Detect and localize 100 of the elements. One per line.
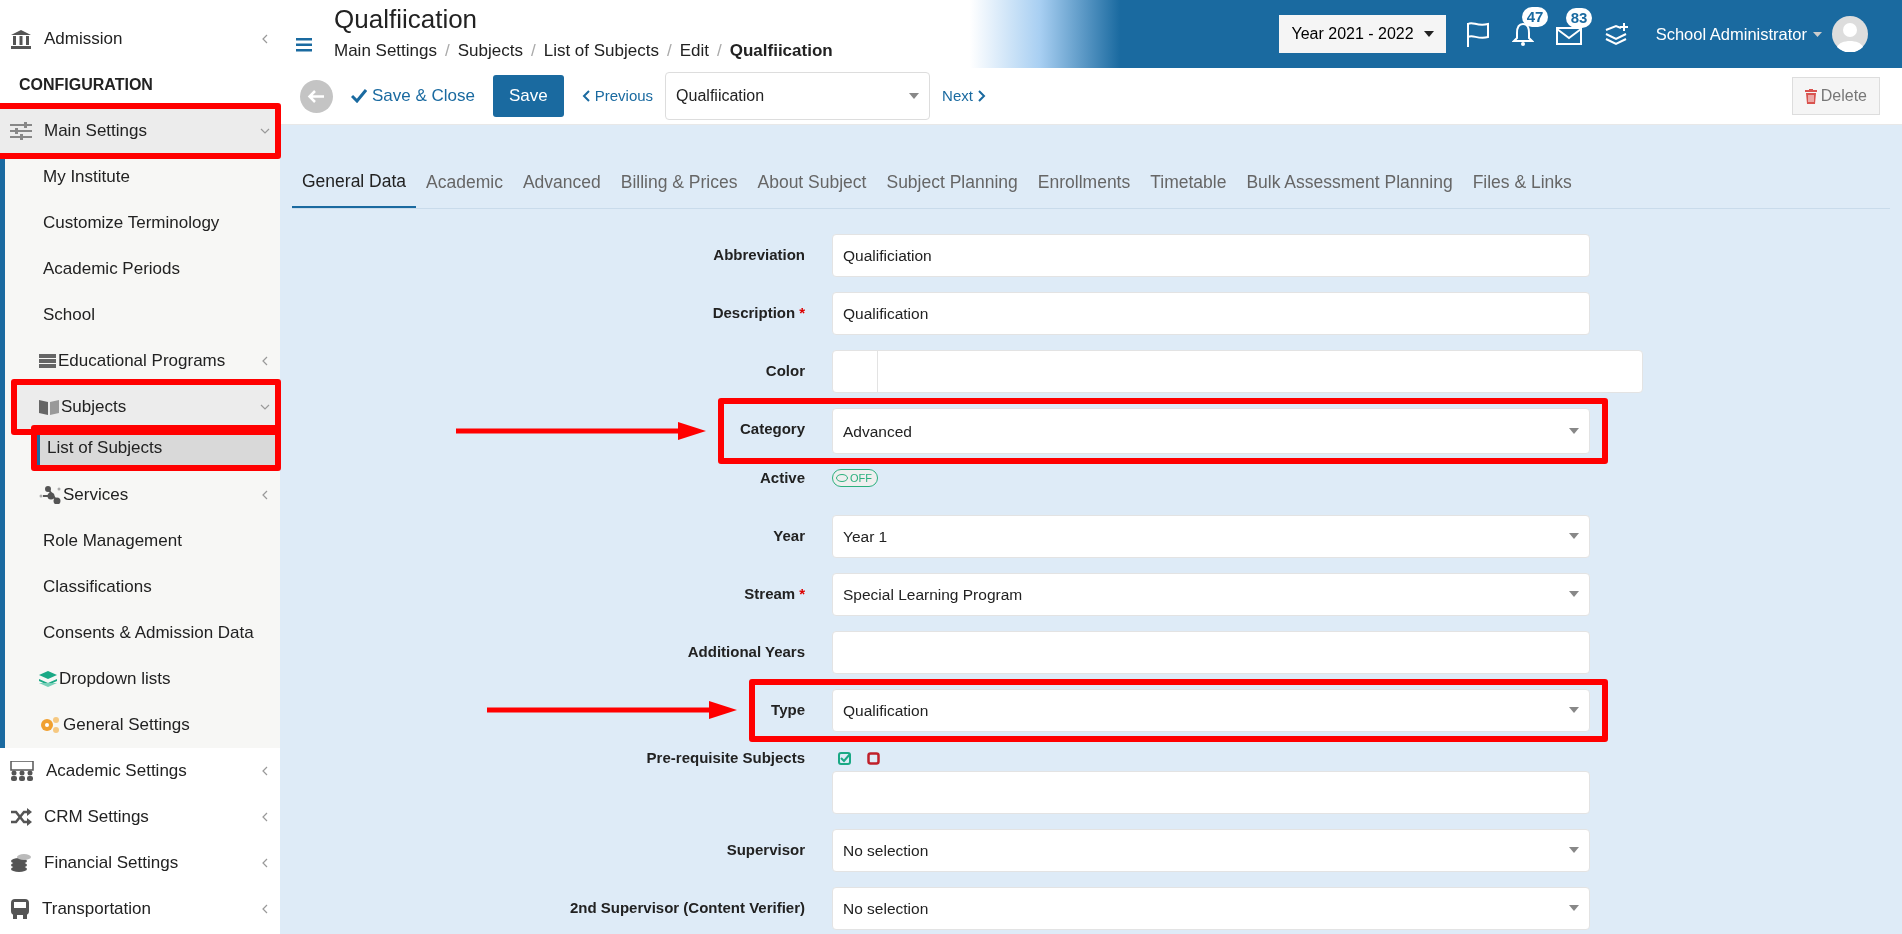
chevron-left-icon	[581, 90, 590, 102]
menu-icon	[296, 38, 312, 52]
section-heading: CONFIGURATION	[18, 75, 154, 95]
tab[interactable]: Files & Links	[1462, 158, 1582, 209]
bus-icon	[10, 899, 30, 919]
required-asterisk: *	[799, 584, 805, 602]
year-dropdown[interactable]: Year 2021 - 2022	[1279, 15, 1446, 53]
tab[interactable]: Timetable	[1140, 158, 1237, 209]
chevron-right-icon	[977, 90, 986, 102]
caret-icon	[909, 93, 920, 99]
dropdown-field[interactable]: Special Learning Program	[832, 572, 1590, 616]
delete-button[interactable]: Delete	[1791, 77, 1880, 115]
field-label: Description	[712, 304, 796, 322]
sidebar-item[interactable]: Consents & Admission Data	[17, 610, 280, 656]
chevron-icon	[260, 490, 270, 500]
caret-icon	[1569, 707, 1579, 714]
field-label: Type	[771, 700, 805, 718]
chevron-icon	[260, 858, 270, 868]
color-field[interactable]	[832, 350, 1643, 394]
network-icon	[39, 486, 61, 504]
breadcrumb-separator: /	[445, 39, 450, 62]
record-dropdown[interactable]: Qualfiication	[665, 72, 931, 120]
text-field[interactable]: Qualification	[832, 292, 1590, 336]
caret-icon	[1569, 591, 1579, 598]
sidebar-item[interactable]: Customize Terminology	[17, 200, 280, 246]
bell-icon	[1511, 21, 1534, 47]
user-menu[interactable]: School Administrator	[1649, 20, 1828, 48]
sidebar-item[interactable]: Academic Periods	[17, 246, 280, 292]
caret-icon	[1423, 31, 1434, 37]
next-link[interactable]: Next	[942, 84, 986, 108]
tab[interactable]: About Subject	[747, 158, 877, 209]
save-and-close-button[interactable]: Save & Close	[351, 83, 475, 109]
tab[interactable]: Billing & Prices	[610, 158, 748, 209]
sidebar-item[interactable]: School	[17, 292, 280, 338]
save-button[interactable]: Save	[493, 75, 564, 117]
tab[interactable]: Enrollments	[1027, 158, 1141, 209]
trash-icon	[1804, 88, 1817, 104]
sidebar-item[interactable]: General Settings	[17, 702, 280, 748]
sidebar-item[interactable]: Academic Settings	[0, 748, 280, 794]
sidebar-item[interactable]: Transportation	[0, 886, 280, 932]
flag-icon	[1465, 21, 1490, 47]
check-icon	[351, 89, 367, 103]
breadcrumb-link[interactable]: Edit	[679, 37, 709, 64]
required-asterisk: *	[799, 304, 805, 322]
dropdown-field[interactable]: Year 1	[832, 514, 1590, 558]
sidebar-item[interactable]: Dropdown lists	[17, 656, 280, 702]
field-label: Pre-requisite Subjects	[646, 748, 805, 766]
breadcrumb-link[interactable]: Main Settings	[334, 37, 437, 64]
dropdown-field[interactable]: Qualification	[832, 688, 1590, 732]
field-label: Additional Years	[687, 642, 805, 660]
clear-button[interactable]	[867, 752, 880, 766]
gears-icon	[39, 716, 61, 734]
select-all-button[interactable]	[838, 752, 851, 766]
dropdown-field[interactable]: Advanced	[832, 408, 1590, 455]
tab[interactable]: Academic	[416, 158, 513, 209]
chevron-icon	[260, 34, 270, 44]
breadcrumb-separator: /	[530, 39, 536, 62]
sidebar-item[interactable]: CRM Settings	[0, 794, 280, 840]
breadcrumb-link[interactable]: List of Subjects	[543, 37, 659, 64]
text-field[interactable]	[832, 630, 1590, 674]
page-title: Qualfiication	[334, 4, 479, 34]
chevron-icon	[260, 904, 270, 914]
shuffle-icon	[10, 808, 32, 826]
count-badge: 47	[1521, 7, 1549, 27]
count-badge: 83	[1565, 8, 1593, 28]
tab[interactable]: Subject Planning	[876, 158, 1028, 209]
sidebar-item[interactable]: Role Management	[17, 518, 280, 564]
chevron-icon	[260, 356, 270, 366]
field-label: Stream	[744, 584, 796, 602]
previous-link[interactable]: Previous	[581, 84, 654, 108]
checkbox-checked-icon	[838, 752, 851, 766]
field-label: Category	[739, 420, 805, 438]
multiselect-field[interactable]	[832, 770, 1590, 814]
chevron-icon	[260, 812, 270, 822]
sidebar-item[interactable]: My Institute	[17, 154, 280, 200]
breadcrumb-link[interactable]: Subjects	[457, 37, 523, 64]
layers-plus-icon	[1603, 22, 1630, 46]
dropdown-field[interactable]: No selection	[832, 828, 1590, 872]
dropdown-field[interactable]: No selection	[832, 886, 1590, 930]
sidebar-item[interactable]: Services	[17, 472, 280, 518]
people-icon	[10, 761, 34, 781]
server-icon	[39, 354, 56, 368]
tab[interactable]: General Data	[292, 158, 417, 209]
field-label: 2nd Supervisor (Content Verifier)	[569, 898, 805, 916]
sidebar-item[interactable]: Financial Settings	[0, 840, 280, 886]
caret-icon	[1569, 428, 1579, 435]
sidebar-item[interactable]: Educational Programs	[17, 338, 280, 384]
caret-icon	[1569, 905, 1579, 912]
text-field[interactable]: Qualificiation	[832, 234, 1590, 278]
back-button[interactable]	[300, 79, 333, 113]
knob-icon	[836, 474, 848, 483]
sidebar-item[interactable]: Admission	[0, 16, 280, 62]
caret-icon	[1569, 533, 1579, 540]
layers-icon	[39, 671, 57, 687]
sidebar-item[interactable]: Classifications	[17, 564, 280, 610]
tab[interactable]: Advanced	[512, 158, 611, 209]
tab[interactable]: Bulk Assessment Planning	[1236, 158, 1463, 209]
chevron-icon	[260, 126, 270, 136]
chevron-icon	[260, 766, 270, 776]
field-label: Supervisor	[726, 840, 805, 858]
